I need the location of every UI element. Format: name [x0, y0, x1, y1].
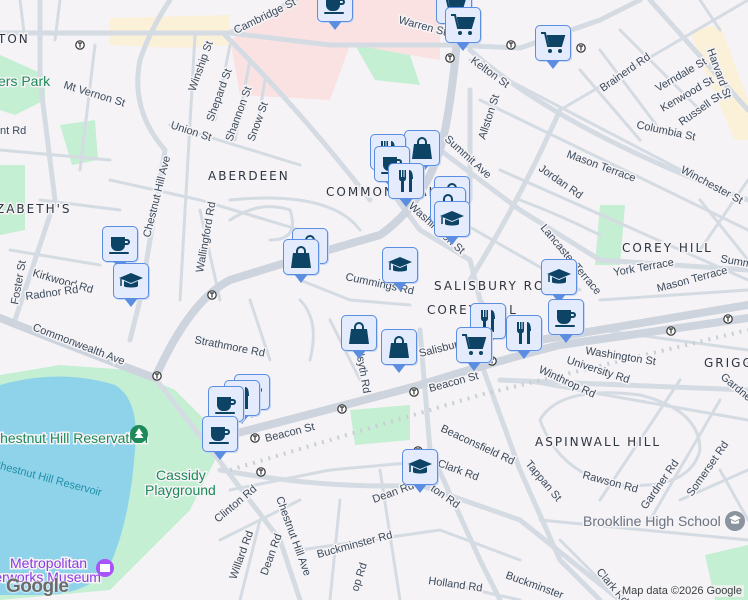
area-label: ABERDEEN: [208, 169, 290, 183]
street-label: Wallingford Rd: [194, 201, 218, 274]
street-label: Shepard St: [205, 67, 235, 123]
coffee-marker[interactable]: [202, 416, 238, 460]
park-area: [0, 165, 25, 235]
street-label: Dean Rd: [259, 532, 285, 577]
park-area: [350, 405, 410, 445]
school-marker[interactable]: [541, 259, 577, 303]
area-label: ASPINWALL HILL: [535, 435, 661, 449]
coffee-icon: [107, 231, 133, 257]
school-marker[interactable]: [113, 263, 149, 307]
street-label: Commonwealth Ave: [31, 322, 126, 368]
school-marker[interactable]: [402, 449, 438, 493]
park-label: Cassidy: [156, 467, 206, 483]
park-label: Playground: [145, 482, 216, 498]
transit-stop-icon: [723, 314, 733, 324]
restaurant-marker[interactable]: [506, 315, 542, 359]
street-label: op Rd: [349, 561, 369, 593]
street-label: Tappan St: [523, 458, 564, 504]
school-marker[interactable]: [434, 201, 470, 245]
transit-stop-icon: [576, 43, 586, 53]
restaurant-icon: [393, 168, 419, 194]
park-label: ers Park: [0, 73, 51, 89]
shopping-marker[interactable]: [283, 239, 319, 283]
transit-stop-icon: [75, 40, 85, 50]
street-label: Kelton St: [468, 55, 511, 91]
street-label: Buckminster: [504, 570, 565, 600]
graduation-cap-icon: [407, 454, 433, 480]
street-label: Rawson Rd: [581, 469, 639, 495]
area-label: ZABETH'S: [0, 202, 72, 216]
graduation-cap-icon: [387, 252, 413, 278]
coffee-marker[interactable]: [102, 226, 138, 270]
street-label: Snow St: [246, 100, 271, 143]
area-label: COREY HILL: [622, 241, 713, 255]
transit-stop-icon: [506, 40, 516, 50]
street-label: Holland Rd: [428, 575, 484, 594]
map-canvas[interactable]: TON ABERDEEN COMMONWEALTH ZABETH'S COREY…: [0, 0, 748, 600]
graduation-cap-icon: [439, 206, 465, 232]
shopping-bag-icon: [386, 334, 412, 360]
coffee-marker[interactable]: [548, 299, 584, 343]
transit-stop-icon: [445, 53, 455, 63]
transit-stop-icon: [152, 371, 162, 381]
cart-icon: [461, 332, 487, 358]
restaurant-marker[interactable]: [388, 163, 424, 207]
coffee-marker[interactable]: [317, 0, 353, 30]
grocery-marker[interactable]: [456, 327, 492, 371]
graduation-cap-icon: [118, 268, 144, 294]
coffee-icon: [322, 0, 348, 17]
park-pin-icon: [130, 425, 148, 443]
street-label: Radnor Rd: [25, 284, 79, 303]
shopping-bag-icon: [346, 320, 372, 346]
transit-stop-icon: [666, 326, 676, 336]
map-base-layer: TON ABERDEEN COMMONWEALTH ZABETH'S COREY…: [0, 0, 748, 600]
coffee-icon: [213, 391, 239, 417]
street-label: Gardner Rd: [718, 371, 748, 417]
street-label: Chestnut Hill Ave: [141, 155, 173, 239]
park-label: Chestnut Hill Reservation: [0, 430, 148, 446]
school-poi-icon: [725, 511, 745, 531]
shopping-bag-icon: [409, 135, 435, 161]
shopping-marker[interactable]: [341, 315, 377, 359]
street-label: nt Rd: [0, 125, 26, 137]
google-logo: Google: [6, 576, 69, 597]
transit-stop-icon: [250, 433, 260, 443]
museum-icon: [96, 559, 114, 577]
cart-icon: [450, 12, 476, 38]
restaurant-icon: [511, 320, 537, 346]
cart-icon: [540, 30, 566, 56]
coffee-icon: [207, 421, 233, 447]
transit-stop-icon: [207, 290, 217, 300]
shopping-marker[interactable]: [381, 329, 417, 373]
street-label: Strathmore Rd: [193, 334, 266, 359]
area-label: GRIGGS: [704, 356, 748, 370]
school-label: Brookline High School: [583, 513, 721, 529]
school-marker[interactable]: [382, 247, 418, 291]
transit-stop-icon: [256, 467, 266, 477]
map-attribution[interactable]: Map data ©2026 Google: [619, 585, 744, 597]
area-label: TON: [0, 32, 30, 46]
shopping-bag-icon: [288, 244, 314, 270]
grocery-marker[interactable]: [445, 7, 481, 51]
street-label: Mason Terrace: [565, 149, 637, 185]
transit-stop-icon: [337, 404, 347, 414]
graduation-cap-icon: [546, 264, 572, 290]
street-label: Winship St: [187, 40, 216, 94]
coffee-icon: [553, 304, 579, 330]
street-label: Mt Vernon St: [62, 79, 126, 109]
transit-stop-icon: [409, 387, 419, 397]
grocery-marker[interactable]: [535, 25, 571, 69]
